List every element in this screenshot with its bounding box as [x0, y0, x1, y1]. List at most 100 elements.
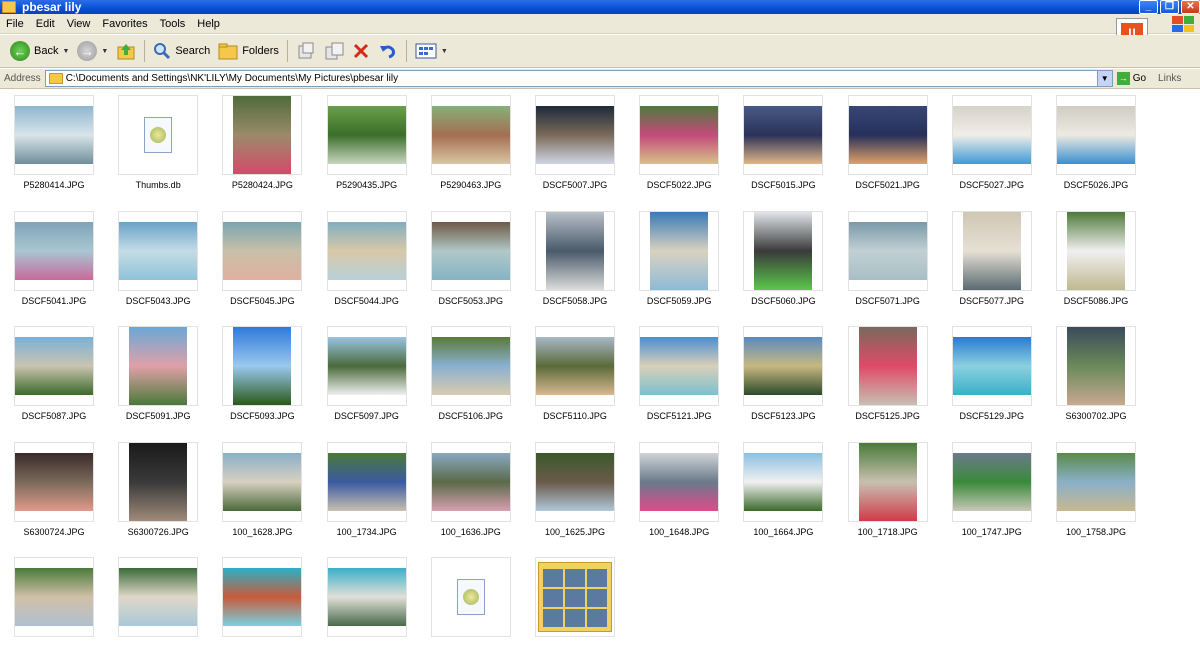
file-thumbnail-frame — [14, 326, 94, 406]
file-item[interactable]: 100_1758.JPG — [1056, 439, 1136, 539]
close-button[interactable]: ✕ — [1181, 0, 1200, 14]
file-item[interactable] — [535, 554, 615, 654]
menu-help[interactable]: Help — [191, 18, 226, 30]
file-item[interactable]: 100_1664.JPG — [743, 439, 824, 539]
folders-button[interactable]: Folders — [214, 38, 283, 64]
views-dropdown-icon[interactable]: ▼ — [441, 48, 448, 55]
menu-tools[interactable]: Tools — [154, 18, 192, 30]
move-to-button[interactable] — [292, 38, 320, 64]
file-item[interactable]: DSCF5015.JPG — [743, 92, 824, 192]
file-item[interactable]: P5280424.JPG — [222, 92, 303, 192]
file-item[interactable]: DSCF5077.JPG — [951, 208, 1032, 308]
file-item[interactable]: P5280414.JPG — [14, 92, 94, 192]
file-thumbnail-frame — [535, 557, 615, 637]
folder-preview-image — [587, 569, 607, 587]
file-item[interactable]: DSCF5043.JPG — [118, 208, 199, 308]
file-item[interactable]: DSCF5106.JPG — [430, 323, 511, 423]
file-item[interactable]: DSCF5110.JPG — [535, 323, 615, 423]
search-label: Search — [175, 45, 211, 57]
file-item[interactable]: 100_1636.JPG — [430, 439, 511, 539]
file-item[interactable]: DSCF5041.JPG — [14, 208, 94, 308]
file-thumbnail-frame — [430, 557, 511, 637]
up-folder-button[interactable] — [112, 38, 140, 64]
maximize-button[interactable]: ❐ — [1160, 0, 1179, 14]
file-item[interactable]: DSCF5059.JPG — [639, 208, 720, 308]
file-item[interactable] — [14, 554, 94, 654]
photo-thumbnail — [233, 327, 292, 405]
search-button[interactable]: Search — [149, 38, 214, 64]
file-item[interactable]: DSCF5121.JPG — [639, 323, 720, 423]
photo-thumbnail — [431, 106, 510, 164]
file-item[interactable]: S6300726.JPG — [118, 439, 199, 539]
menu-favorites[interactable]: Favorites — [96, 18, 153, 30]
file-item[interactable]: 100_1718.JPG — [847, 439, 928, 539]
window-controls: _ ❐ ✕ — [1139, 0, 1200, 14]
file-item[interactable]: DSCF5007.JPG — [535, 92, 615, 192]
file-item[interactable]: DSCF5071.JPG — [847, 208, 928, 308]
file-item[interactable]: P5290463.JPG — [430, 92, 511, 192]
file-item[interactable]: DSCF5058.JPG — [535, 208, 615, 308]
file-item[interactable]: DSCF5060.JPG — [743, 208, 824, 308]
folder-preview-image — [587, 609, 607, 627]
file-thumbnail-frame — [430, 95, 511, 175]
forward-dropdown-icon[interactable]: ▼ — [101, 48, 108, 55]
file-thumbnail-frame — [951, 441, 1032, 522]
file-name: DSCF5026.JPG — [1063, 180, 1129, 190]
menu-view[interactable]: View — [61, 18, 97, 30]
file-item[interactable]: 100_1625.JPG — [535, 439, 615, 539]
undo-icon — [379, 45, 395, 59]
file-item[interactable]: P5290435.JPG — [326, 92, 407, 192]
address-input[interactable]: C:\Documents and Settings\NK'LILY\My Doc… — [44, 70, 1113, 87]
file-item[interactable]: 100_1747.JPG — [951, 439, 1032, 539]
photo-thumbnail — [848, 221, 927, 280]
address-dropdown-icon[interactable]: ▼ — [1096, 71, 1112, 86]
file-item[interactable]: 100_1648.JPG — [639, 439, 720, 539]
gear-icon — [462, 589, 479, 605]
file-item[interactable]: DSCF5125.JPG — [847, 323, 928, 423]
file-item[interactable]: DSCF5129.JPG — [951, 323, 1032, 423]
back-dropdown-icon[interactable]: ▼ — [62, 48, 69, 55]
minimize-button[interactable]: _ — [1139, 0, 1158, 14]
file-name: S6300702.JPG — [1065, 411, 1127, 421]
file-item[interactable]: DSCF5086.JPG — [1056, 208, 1136, 308]
file-item[interactable]: DSCF5091.JPG — [118, 323, 199, 423]
views-button[interactable]: ▼ — [411, 38, 452, 64]
file-item[interactable] — [222, 554, 303, 654]
menu-edit[interactable]: Edit — [30, 18, 61, 30]
file-item[interactable]: DSCF5044.JPG — [326, 208, 407, 308]
back-button[interactable]: ← Back ▼ — [6, 38, 73, 64]
file-item[interactable]: DSCF5022.JPG — [639, 92, 720, 192]
file-item[interactable]: DSCF5123.JPG — [743, 323, 824, 423]
photo-thumbnail — [1057, 452, 1135, 511]
file-item[interactable]: DSCF5026.JPG — [1056, 92, 1136, 192]
file-item[interactable] — [118, 554, 199, 654]
file-item[interactable]: 100_1734.JPG — [326, 439, 407, 539]
delete-button[interactable] — [348, 38, 374, 64]
file-item[interactable]: DSCF5021.JPG — [847, 92, 928, 192]
go-button[interactable]: → Go — [1116, 72, 1146, 85]
file-item[interactable] — [326, 554, 407, 654]
file-name: DSCF5086.JPG — [1063, 295, 1129, 306]
file-item[interactable]: S6300724.JPG — [14, 439, 94, 539]
file-item[interactable]: S6300702.JPG — [1056, 323, 1136, 423]
file-name: DSCF5125.JPG — [855, 411, 920, 421]
file-item[interactable]: DSCF5087.JPG — [14, 323, 94, 423]
file-name: DSCF5093.JPG — [230, 411, 295, 421]
file-item[interactable]: 100_1628.JPG — [222, 439, 303, 539]
file-item[interactable]: DSCF5053.JPG — [430, 208, 511, 308]
copy-to-button[interactable] — [320, 38, 348, 64]
file-item[interactable]: DSCF5027.JPG — [951, 92, 1032, 192]
file-item[interactable]: Thumbs.db — [118, 92, 199, 192]
menu-file[interactable]: File — [0, 18, 30, 30]
forward-button[interactable]: → ▼ — [73, 38, 112, 64]
file-item[interactable] — [430, 554, 511, 654]
photo-thumbnail — [1067, 211, 1125, 290]
file-item[interactable]: DSCF5093.JPG — [222, 323, 303, 423]
undo-button[interactable] — [374, 38, 402, 64]
file-thumbnail-frame — [326, 557, 407, 637]
links-toolbar[interactable]: Links — [1158, 73, 1181, 84]
file-thumbnail-frame — [535, 210, 615, 291]
file-item[interactable]: DSCF5045.JPG — [222, 208, 303, 308]
file-name: DSCF5041.JPG — [21, 295, 87, 306]
file-item[interactable]: DSCF5097.JPG — [326, 323, 407, 423]
